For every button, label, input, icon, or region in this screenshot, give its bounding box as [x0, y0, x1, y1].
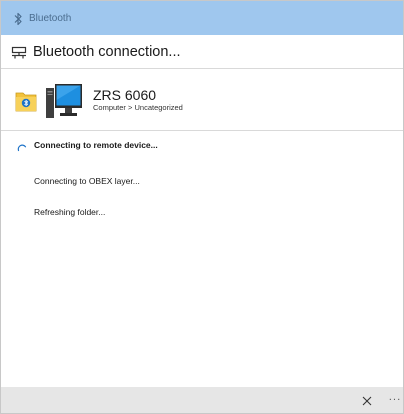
step-connecting-obex: Connecting to OBEX layer...: [1, 171, 403, 191]
title-bar: Bluetooth: [1, 1, 403, 35]
step-label: Connecting to OBEX layer...: [34, 176, 140, 186]
computer-icon: [45, 80, 83, 120]
step-label: Connecting to remote device...: [34, 140, 158, 150]
network-connection-icon: [11, 45, 27, 59]
footer-bar: ···: [1, 387, 403, 413]
spinner-icon: [17, 139, 27, 152]
device-category: Computer > Uncategorized: [93, 103, 183, 112]
bluetooth-folder-icon: [15, 87, 37, 113]
window-title: Bluetooth: [29, 12, 72, 24]
bluetooth-window: Bluetooth Bluetooth connection... ZRS 60…: [0, 0, 404, 414]
device-info: ZRS 6060 Computer > Uncategorized: [1, 70, 403, 131]
device-text: ZRS 6060 Computer > Uncategorized: [93, 87, 183, 113]
bluetooth-icon: [13, 11, 23, 26]
close-button[interactable]: [357, 391, 377, 409]
step-label: Refreshing folder...: [34, 207, 106, 217]
step-refreshing-folder: Refreshing folder...: [1, 202, 403, 222]
close-icon: [362, 391, 372, 410]
step-connecting-remote: Connecting to remote device...: [1, 135, 403, 155]
page-header: Bluetooth connection...: [1, 35, 403, 69]
device-name: ZRS 6060: [93, 87, 157, 103]
page-title: Bluetooth connection...: [33, 43, 181, 60]
more-options-button[interactable]: ···: [387, 391, 403, 409]
